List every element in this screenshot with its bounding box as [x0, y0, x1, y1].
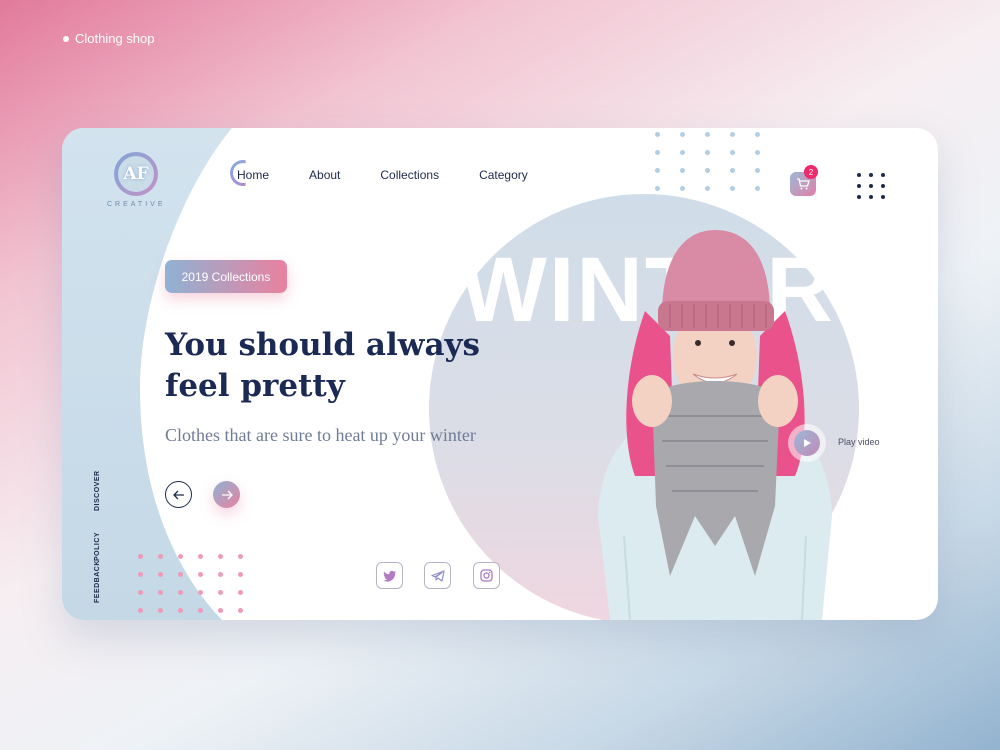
instagram-button[interactable] [473, 562, 500, 589]
caption-dot [63, 35, 69, 42]
cart-count-badge: 2 [804, 165, 818, 179]
caption-text: Clothing shop [75, 31, 155, 46]
collections-badge[interactable]: 2019 Collections [165, 260, 287, 293]
dot-pattern-top [655, 132, 761, 191]
side-link-feedback[interactable]: FEEDBACK [94, 560, 101, 603]
nav-home-label: Home [237, 168, 270, 182]
arrow-right-icon [221, 490, 233, 499]
twitter-icon [382, 570, 396, 582]
side-link-discover[interactable]: DISCOVER [94, 470, 101, 511]
headline-line-2: feel pretty [165, 368, 345, 404]
landing-card: AF CREATIVE Home About Collections Categ… [62, 128, 938, 620]
brand-logo[interactable]: AF CREATIVE [107, 152, 165, 208]
page-caption: Clothing shop [63, 31, 155, 46]
nav-home[interactable]: Home [233, 163, 270, 183]
dot-pattern-bottom-left [138, 554, 244, 613]
nav-category[interactable]: Category [479, 168, 528, 182]
hero-headline: You should always feel pretty [165, 325, 545, 407]
hero-subline: Clothes that are sure to heat up your wi… [165, 425, 476, 445]
twitter-button[interactable] [376, 562, 403, 589]
nav-about[interactable]: About [309, 168, 340, 182]
side-links: DISCOVER POLICY FEEDBACK [94, 470, 110, 613]
instagram-icon [480, 569, 493, 582]
logo-mark: AF [114, 152, 158, 196]
model-image [598, 230, 832, 620]
nav-collections[interactable]: Collections [380, 168, 439, 182]
main-nav: Home About Collections Category [233, 163, 568, 183]
telegram-icon [430, 569, 445, 582]
logo-wordmark: CREATIVE [107, 201, 166, 208]
play-video-button[interactable] [788, 424, 826, 462]
prev-arrow-button[interactable] [165, 481, 192, 508]
play-video-label[interactable]: Play video [838, 437, 880, 447]
next-arrow-button[interactable] [213, 481, 240, 508]
play-icon [804, 439, 811, 447]
telegram-button[interactable] [424, 562, 451, 589]
menu-grid-icon[interactable] [857, 173, 885, 199]
headline-line-1: You should always [165, 327, 480, 363]
cart-icon [797, 178, 810, 190]
side-link-policy[interactable]: POLICY [94, 532, 101, 561]
arrow-left-icon [172, 490, 184, 499]
